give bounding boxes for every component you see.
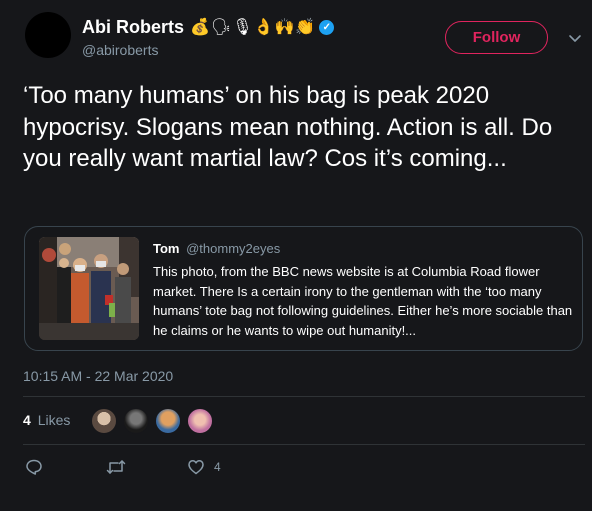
author-name-emojis: 💰🗣🎙👌🙌👏 xyxy=(190,19,317,36)
divider-bottom xyxy=(23,444,585,445)
tweet-timestamp[interactable]: 10:15 AM - 22 Mar 2020 xyxy=(23,368,173,384)
likes-count-number: 4 xyxy=(23,412,31,428)
retweet-icon xyxy=(106,460,126,474)
tweet-header: Abi Roberts 💰🗣🎙👌🙌👏 ✓ @abiroberts Follow xyxy=(0,0,592,70)
likes-count-label: Likes xyxy=(37,412,71,428)
author-display-name[interactable]: Abi Roberts xyxy=(82,17,184,38)
tweet-actions: 4 xyxy=(0,450,592,484)
chevron-down-icon[interactable] xyxy=(567,30,583,46)
reply-icon xyxy=(26,459,42,475)
reply-action[interactable] xyxy=(25,458,43,476)
follow-button[interactable]: Follow xyxy=(445,21,548,54)
likes-count-link[interactable]: 4 Likes xyxy=(23,412,70,428)
quoted-tweet-card[interactable]: Tom @thommy2eyes This photo, from the BB… xyxy=(24,226,583,351)
quoted-author-handle[interactable]: @thommy2eyes xyxy=(186,241,280,256)
author-handle[interactable]: @abiroberts xyxy=(82,42,158,58)
quoted-tweet-photo[interactable] xyxy=(39,237,139,340)
liker-avatars xyxy=(91,408,219,434)
quoted-tweet-author: Tom @thommy2eyes xyxy=(153,241,280,256)
heart-icon xyxy=(188,460,204,475)
liker-avatar[interactable] xyxy=(155,408,181,434)
like-action[interactable]: 4 xyxy=(187,458,221,476)
liker-avatar[interactable] xyxy=(91,408,117,434)
author-avatar[interactable] xyxy=(25,12,71,58)
quoted-tweet-text: This photo, from the BBC news website is… xyxy=(153,264,573,338)
liker-avatar[interactable] xyxy=(187,408,213,434)
liker-avatar[interactable] xyxy=(123,408,149,434)
like-count: 4 xyxy=(214,460,221,474)
tweet-text: ‘Too many humans’ on his bag is peak 202… xyxy=(23,82,553,172)
verified-badge-icon: ✓ xyxy=(319,19,335,35)
likes-row: 4 Likes xyxy=(23,396,585,444)
retweet-action[interactable] xyxy=(106,458,126,476)
quoted-author-name[interactable]: Tom xyxy=(153,241,179,256)
street-crowd-image xyxy=(39,237,139,340)
author-name-row: Abi Roberts 💰🗣🎙👌🙌👏 ✓ xyxy=(82,15,335,39)
